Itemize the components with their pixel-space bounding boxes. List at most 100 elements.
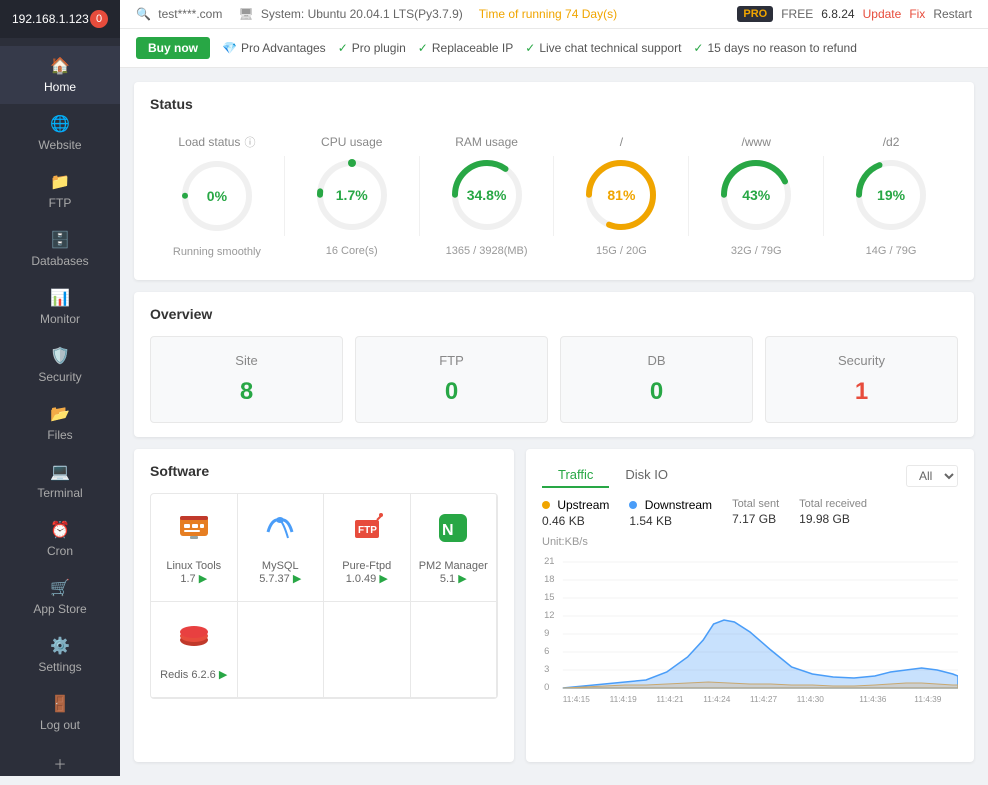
software-icon [176,618,212,662]
software-icon [262,510,298,554]
free-label: FREE [781,7,813,21]
topbar-left: 🔍 test****.com 🖥 System: Ubuntu 20.04.1 … [136,7,617,21]
gauge-item: RAM usage 34.8% 1365 / 3928(MB) [420,127,554,265]
overview-card-value: 1 [782,378,941,406]
pro-badge: PRO [737,6,773,22]
sidebar-item-terminal[interactable]: 💻 Terminal [0,452,120,510]
gauge-wrap: 34.8% [447,155,527,235]
sidebar-item-settings[interactable]: ⚙️ Settings [0,626,120,684]
software-panel: Software Linux Tools 1.7 ▶ MySQL 5.7.37 … [134,449,514,762]
software-name: PM2 Manager 5.1 ▶ [419,560,489,585]
sidebar-item-cron[interactable]: ⏰ Cron [0,510,120,568]
security-icon: 🛡️ [50,346,70,366]
gauge-value: 81% [607,187,635,203]
gauge-label: / [620,135,623,149]
gauge-wrap: 1.7% [312,155,392,235]
overview-card[interactable]: Site 8 [150,336,343,423]
sidebar-item-label: Monitor [40,312,80,326]
svg-text:18: 18 [544,574,554,584]
total-sent-label: Total sent [732,498,779,510]
gauge-sub: Running smoothly [173,246,261,258]
gauge-wrap: 19% [851,155,931,235]
update-link[interactable]: Update [863,7,902,21]
sidebar-item-logout[interactable]: 🚪 Log out [0,684,120,742]
gauge-item: /d2 19% 14G / 79G [824,127,958,265]
promo-plugin: ✓ Pro plugin [338,41,406,55]
gauge-label: CPU usage [321,135,382,149]
sidebar-item-website[interactable]: 🌐 Website [0,104,120,162]
check-icon-1: ✓ [338,41,348,55]
user-info: 🔍 test****.com [136,7,222,21]
overview-card[interactable]: FTP 0 [355,336,548,423]
sidebar-item-label: Files [47,428,72,442]
promo-chat: ✓ Live chat technical support [525,41,681,55]
traffic-filter-select[interactable]: All [906,465,958,487]
buy-now-button[interactable]: Buy now [136,37,210,59]
promo-ip: ✓ Replaceable IP [418,41,513,55]
info-icon: ⓘ [244,134,255,150]
content-area: Status Load status ⓘ 0% Running smoothly… [120,68,988,776]
gem-icon: 💎 [222,41,237,55]
gauge-wrap: 43% [716,155,796,235]
software-grid: Linux Tools 1.7 ▶ MySQL 5.7.37 ▶ FTP Pur… [150,493,498,699]
total-sent-stat: Total sent 7.17 GB [732,498,779,528]
traffic-stats: Upstream 0.46 KB Downstream 1.54 KB Tota… [542,498,958,528]
total-received-value: 19.98 GB [799,512,867,526]
traffic-chart-svg: 21 18 15 12 9 6 3 0 [542,552,958,722]
topbar-right: PRO FREE 6.8.24 Update Fix Restart [737,6,972,22]
svg-text:11:4:36: 11:4:36 [859,695,887,704]
svg-text:11:4:21: 11:4:21 [656,695,684,704]
sidebar-item-label: Terminal [37,486,82,500]
check-icon-4: ✓ [693,41,703,55]
sidebar-item-files[interactable]: 📂 Files [0,394,120,452]
tab-diskio[interactable]: Disk IO [609,463,684,488]
sidebar-add-button[interactable]: ＋ [0,742,120,785]
software-item[interactable]: Redis 6.2.6 ▶ [151,602,238,698]
software-name: Linux Tools 1.7 ▶ [159,560,229,585]
svg-text:11:4:24: 11:4:24 [703,695,731,704]
sidebar-nav: 🏠 Home 🌐 Website 📁 FTP 🗄️ Databases 📊 Mo… [0,38,120,742]
upstream-value: 0.46 KB [542,514,609,528]
terminal-icon: 💻 [50,462,70,482]
gauge-wrap: 81% [581,155,661,235]
sidebar-item-monitor[interactable]: 📊 Monitor [0,278,120,336]
restart-link[interactable]: Restart [933,7,972,21]
gauge-item: Load status ⓘ 0% Running smoothly [150,126,284,266]
sidebar-item-ftp[interactable]: 📁 FTP [0,162,120,220]
software-title: Software [150,463,498,479]
files-icon: 📂 [50,404,70,424]
gauge-sub: 32G / 79G [731,245,782,257]
overview-card[interactable]: DB 0 [560,336,753,423]
svg-text:11:4:19: 11:4:19 [610,695,638,704]
sidebar-item-home[interactable]: 🏠 Home [0,46,120,104]
tab-traffic[interactable]: Traffic [542,463,609,488]
software-item[interactable]: Linux Tools 1.7 ▶ [151,494,238,602]
promo-label-4: Live chat technical support [539,41,681,55]
software-item[interactable]: FTP Pure-Ftpd 1.0.49 ▶ [324,494,411,602]
sidebar-item-databases[interactable]: 🗄️ Databases [0,220,120,278]
cron-icon: ⏰ [50,520,70,540]
traffic-chart: 21 18 15 12 9 6 3 0 [542,552,958,712]
gauge-sub: 1365 / 3928(MB) [446,245,528,257]
downstream-label-text: Downstream [645,498,712,512]
sidebar-item-label: Log out [40,718,80,732]
promo-label-5: 15 days no reason to refund [707,41,856,55]
total-received-stat: Total received 19.98 GB [799,498,867,528]
software-item[interactable]: MySQL 5.7.37 ▶ [238,494,325,602]
overview-card[interactable]: Security 1 [765,336,958,423]
software-name: Pure-Ftpd 1.0.49 ▶ [332,560,402,585]
software-icon: N [435,510,471,554]
software-name: MySQL 5.7.37 ▶ [246,560,316,585]
sidebar-item-appstore[interactable]: 🛒 App Store [0,568,120,626]
svg-text:FTP: FTP [358,525,377,536]
overview-title: Overview [150,306,958,322]
upstream-label-text: Upstream [557,498,609,512]
svg-text:11:4:39: 11:4:39 [914,695,942,704]
overview-card-value: 8 [167,378,326,406]
sidebar-item-security[interactable]: 🛡️ Security [0,336,120,394]
fix-link[interactable]: Fix [909,7,925,21]
gauge-value: 43% [742,187,770,203]
software-item[interactable]: N PM2 Manager 5.1 ▶ [411,494,498,602]
system-info: 🖥 System: Ubuntu 20.04.1 LTS(Py3.7.9) [238,7,462,21]
promo-bar: Buy now 💎 Pro Advantages ✓ Pro plugin ✓ … [120,29,988,68]
